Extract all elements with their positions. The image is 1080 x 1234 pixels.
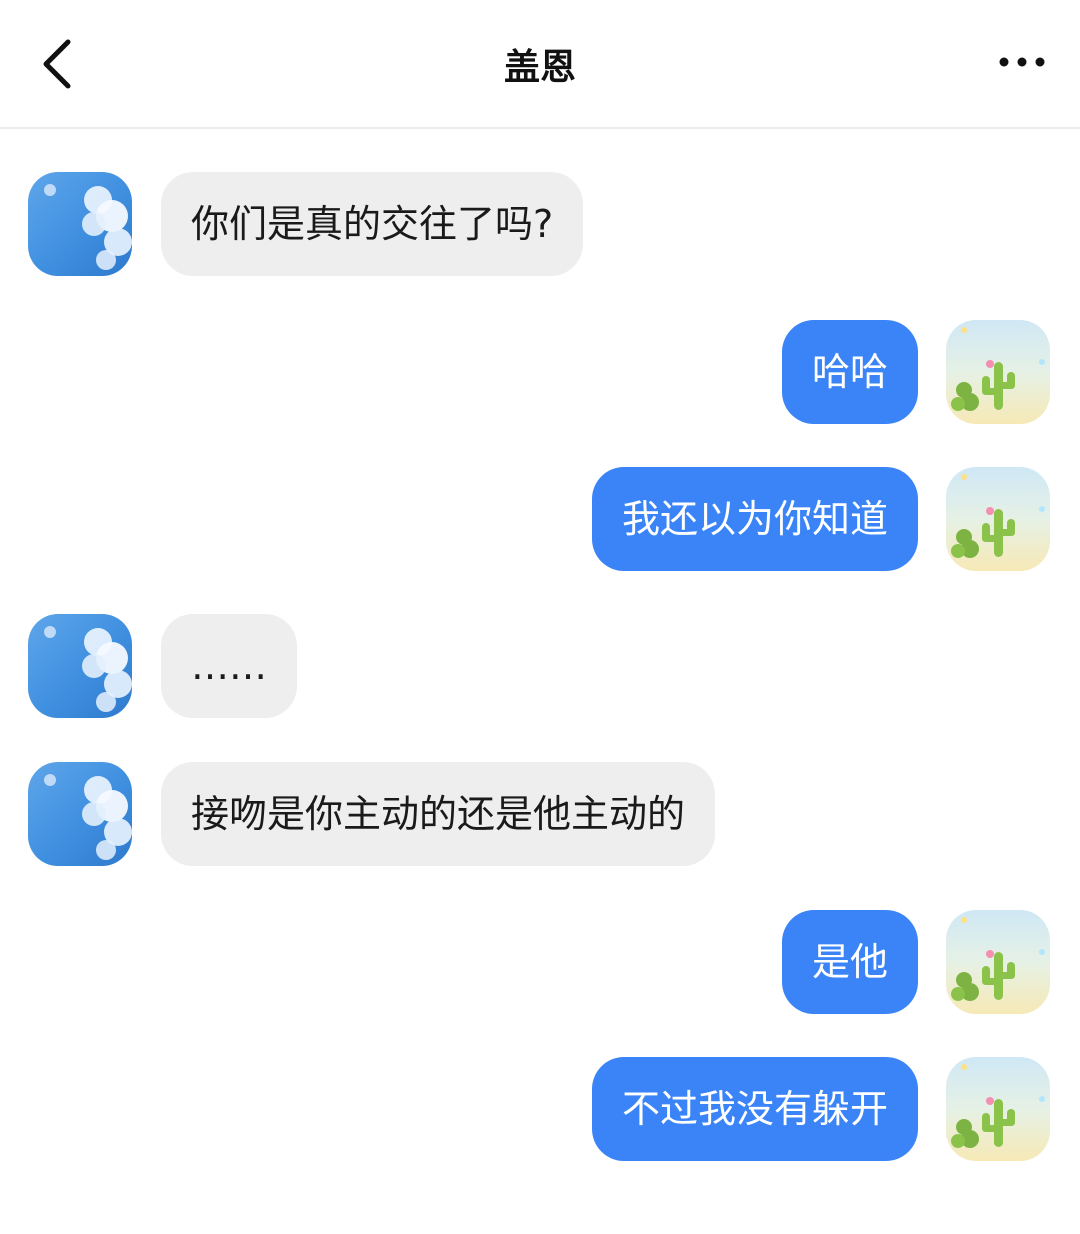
message-row-incoming: 你们是真的交往了吗?	[0, 172, 1080, 276]
cactus-avatar	[946, 910, 1050, 1014]
cactus-avatar	[946, 467, 1050, 571]
contact-avatar[interactable]	[28, 172, 132, 276]
message-bubble[interactable]: ……	[161, 614, 297, 718]
message-row-incoming: ……	[0, 614, 1080, 718]
contact-avatar[interactable]	[28, 762, 132, 866]
contact-avatar[interactable]	[28, 614, 132, 718]
message-bubble[interactable]: 是他	[781, 910, 918, 1014]
message-row-incoming: 接吻是你主动的还是他主动的	[0, 762, 1080, 866]
message-row-outgoing: 不过我没有躲开	[0, 1057, 1080, 1161]
message-row-outgoing: 哈哈	[0, 320, 1080, 424]
message-row-outgoing: 是他	[0, 910, 1080, 1014]
message-bubble[interactable]: 你们是真的交往了吗?	[161, 172, 584, 276]
sky-clouds-avatar	[28, 614, 132, 718]
cactus-avatar	[946, 320, 1050, 424]
sky-clouds-avatar	[28, 762, 132, 866]
self-avatar[interactable]	[946, 1057, 1050, 1161]
sky-clouds-avatar	[28, 172, 132, 276]
message-row-outgoing: 我还以为你知道	[0, 467, 1080, 571]
self-avatar[interactable]	[946, 467, 1050, 571]
more-button[interactable]	[990, 44, 1054, 80]
chat-header: 盖恩	[0, 0, 1080, 129]
self-avatar[interactable]	[946, 320, 1050, 424]
message-bubble[interactable]: 哈哈	[781, 320, 918, 424]
message-bubble[interactable]: 接吻是你主动的还是他主动的	[161, 762, 716, 866]
chat-title: 盖恩	[503, 47, 576, 88]
message-bubble[interactable]: 不过我没有躲开	[591, 1057, 918, 1161]
more-horizontal-icon	[999, 57, 1045, 67]
self-avatar[interactable]	[946, 910, 1050, 1014]
cactus-avatar	[946, 1057, 1050, 1161]
message-bubble[interactable]: 我还以为你知道	[591, 467, 918, 571]
